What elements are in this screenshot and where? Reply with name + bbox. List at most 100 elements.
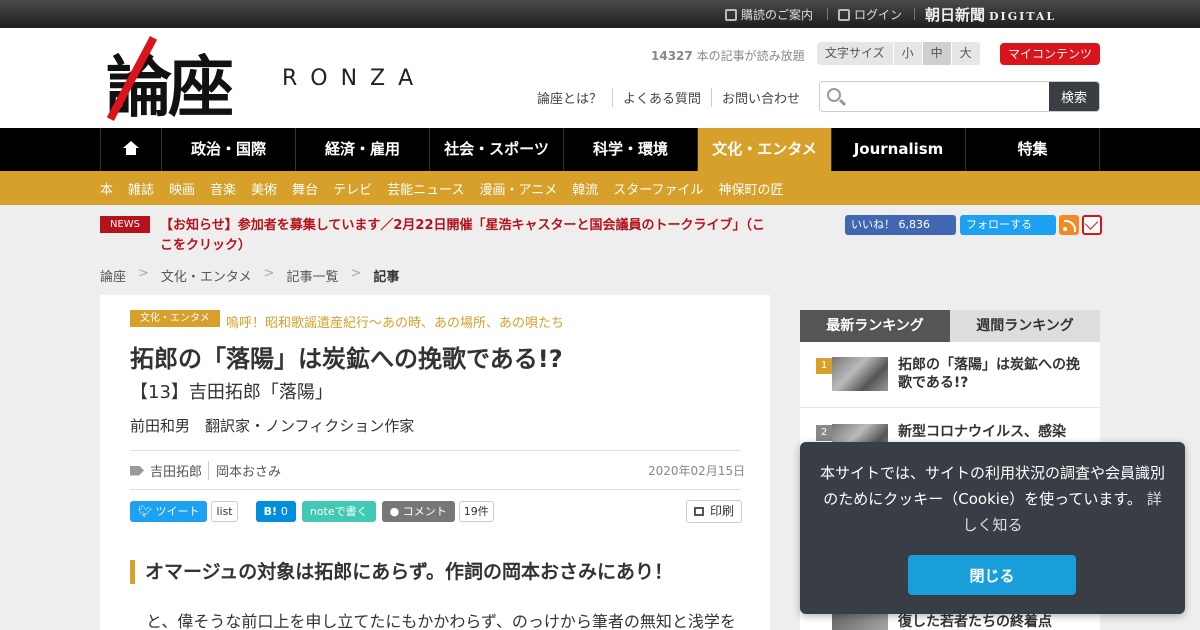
subnav-item[interactable]: 芸能ニュース [387,179,464,198]
subnav-item[interactable]: テレビ [333,179,372,198]
cookie-close-button[interactable]: 閉じる [908,555,1076,595]
facebook-like-button[interactable]: いいね！ 6,836 [845,215,956,235]
login-link[interactable]: ログイン [838,6,902,23]
ranking-title: 新型コロナウイルス、感染 [898,424,1066,440]
comment-count[interactable]: 19件 [458,501,494,522]
divider [827,8,828,20]
publish-date: 2020年02月15日 [648,464,746,478]
cookie-banner: 本サイトでは、サイトの利用状況の調査や会員識別のためにクッキー（Cookie）を… [800,442,1185,614]
twitter-icon: 🐦︎ [138,505,156,518]
faq-link[interactable]: よくある質問 [612,88,711,107]
article-subtitle: 【13】吉田拓郎「落陽」 [130,382,333,403]
printer-icon [694,507,704,516]
nav-culture[interactable]: 文化・エンタメ [698,128,832,171]
mail-icon[interactable] [1082,215,1102,235]
article: 文化・エンタメ 嗚呼！昭和歌謡遺産紀行〜あの時、あの場所、あの唄たち 拓郎の「落… [100,295,770,630]
divider [130,489,740,490]
rank-number: 1 [816,358,832,374]
news-badge: NEWS [100,216,150,233]
cookie-message: 本サイトでは、サイトの利用状況の調査や会員識別のためにクッキー（Cookie）を… [820,464,1166,534]
font-size-selector: 文字サイズ 小 中 大 [817,42,981,65]
tweet-button[interactable]: 🐦︎ ツイート [130,501,208,522]
print-button[interactable]: 印刷 [686,500,743,523]
rank-number: 2 [816,425,832,441]
breadcrumb-current: 記事 [373,270,400,285]
subnav-item[interactable]: 雑誌 [128,179,154,198]
font-size-medium[interactable]: 中 [922,42,952,65]
nav-economy[interactable]: 経済・雇用 [296,128,430,171]
nav-journalism[interactable]: Journalism [832,128,966,171]
share-bar: 🐦︎ ツイート list B! 0 noteで書く ● コメント 19件 [130,501,512,522]
ranking-title: 拓郎の「落陽」は炭鉱への挽歌である!? [898,357,1080,391]
sub-nav: 本 雑誌 映画 音楽 美術 舞台 テレビ 芸能ニュース 漫画・アニメ 韓流 スタ… [0,171,1200,205]
breadcrumb-separator: > [350,266,362,281]
asahi-digital-logo[interactable]: 朝日新聞 DIGITAL [925,4,1056,25]
nav-society-sports[interactable]: 社会・スポーツ [430,128,564,171]
subnav-item[interactable]: 漫画・アニメ [479,179,557,198]
hatena-icon: B! [263,505,281,518]
twitter-follow-button[interactable]: フォローする [960,215,1056,235]
subnav-item[interactable]: 神保町の匠 [718,179,783,198]
nav-features[interactable]: 特集 [966,128,1100,171]
my-contents-button[interactable]: マイコンテンツ [1000,43,1100,65]
tag-link[interactable]: 吉田拓郎 [150,461,202,480]
article-title: 拓郎の「落陽」は炭鉱への挽歌である!? [130,345,563,373]
tag-link[interactable]: 岡本おさみ [208,461,281,480]
breadcrumb: 論座 > 文化・エンタメ > 記事一覧 > 記事 [100,266,411,285]
font-size-small[interactable]: 小 [893,42,923,65]
ranking-thumbnail [832,357,888,391]
main-nav: 政治・国際 経済・雇用 社会・スポーツ 科学・環境 文化・エンタメ Journa… [0,128,1200,171]
note-button[interactable]: noteで書く [301,501,376,522]
edit-icon [725,9,737,21]
article-author: 前田和男 翻訳家・ノンフィクション作家 [130,417,415,435]
tab-latest-ranking[interactable]: 最新ランキング [800,310,950,342]
tag-icon [130,465,144,476]
divider [914,8,915,20]
ranking-thumbnail [832,614,888,630]
search-icon [827,88,841,102]
top-bar: 購読のご案内 ログイン 朝日新聞 DIGITAL [0,0,1200,28]
article-body: と、偉そうな前口上を申し立てたにもかかわらず、のっけから筆者の無知と浅学を [146,612,736,630]
font-size-large[interactable]: 大 [951,42,981,65]
section-heading: オマージュの対象は拓郎にあらず。作詞の岡本おさみにあり！ [130,560,673,584]
lock-icon [838,9,850,21]
breadcrumb-home[interactable]: 論座 [100,266,126,285]
comment-icon: ● [389,505,403,518]
news-link[interactable]: 【お知らせ】参加者を募集しています／2月22日開催「星浩キャスターと国会議員のト… [160,216,770,256]
search-input[interactable] [848,82,1048,111]
about-link[interactable]: 論座とは？ [537,88,612,107]
font-size-label: 文字サイズ [817,42,894,65]
nav-home[interactable] [101,128,162,171]
breadcrumb-separator: > [263,266,275,281]
ronza-logo-latin: RONZA [282,66,427,91]
tag-list: 吉田拓郎 岡本おさみ [130,461,281,480]
ranking-item[interactable]: 1 拓郎の「落陽」は炭鉱への挽歌である!? [800,342,1100,408]
list-button[interactable]: list [211,501,238,522]
divider [130,450,740,451]
nav-politics[interactable]: 政治・国際 [162,128,296,171]
subscribe-link[interactable]: 購読のご案内 [725,6,813,23]
subnav-item[interactable]: 韓流 [572,179,598,198]
rss-icon[interactable] [1059,215,1079,235]
series-link[interactable]: 嗚呼！昭和歌謡遺産紀行〜あの時、あの場所、あの唄たち [226,312,564,331]
home-icon [123,141,139,155]
read-count: 14327 本の記事が読み放題 [651,49,805,63]
category-tag[interactable]: 文化・エンタメ [130,310,220,327]
contact-link[interactable]: お問い合わせ [711,88,810,107]
subnav-item[interactable]: 映画 [169,179,195,198]
subnav-item[interactable]: スターファイル [613,179,703,198]
header-links: 論座とは？ よくある質問 お問い合わせ [537,88,810,107]
search-box: 検索 [819,81,1100,112]
subnav-item[interactable]: 本 [100,179,113,198]
subnav-item[interactable]: 舞台 [292,179,318,198]
nav-science[interactable]: 科学・環境 [564,128,698,171]
subnav-item[interactable]: 音楽 [210,179,236,198]
subnav-item[interactable]: 美術 [251,179,277,198]
breadcrumb-list[interactable]: 記事一覧 [286,266,338,285]
hatena-bookmark-button[interactable]: B! 0 [255,501,296,522]
search-button[interactable]: 検索 [1049,82,1099,111]
tab-weekly-ranking[interactable]: 週間ランキング [950,310,1100,342]
breadcrumb-category[interactable]: 文化・エンタメ [161,266,252,285]
site-header: 論座 RONZA 14327 本の記事が読み放題 文字サイズ 小 中 大 マイコ… [0,28,1200,128]
comment-button[interactable]: ● コメント [381,501,455,522]
